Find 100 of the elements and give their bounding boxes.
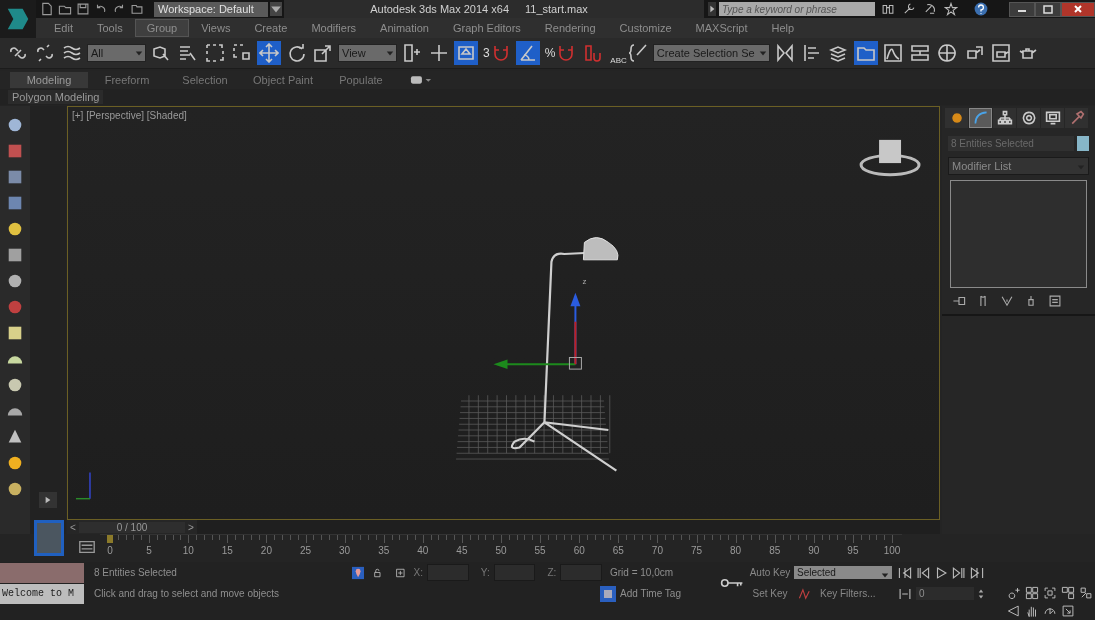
toolbar-icon[interactable] [881, 2, 895, 16]
ribbon-tab[interactable]: Object Paint [244, 72, 322, 88]
menu-item[interactable]: Help [759, 19, 807, 37]
toolbar-button[interactable] [515, 41, 540, 65]
viewport-navigation-icon[interactable] [1061, 604, 1075, 618]
menu-item[interactable]: Animation [368, 19, 441, 37]
viewport-label[interactable]: [+] [Perspective] [Shaded] [72, 110, 187, 121]
time-slider-track[interactable]: < 0 / 100 > [67, 520, 940, 534]
app-logo-icon[interactable] [0, 0, 36, 38]
search-field[interactable]: Type a keyword or phrase [719, 2, 875, 16]
ribbon-tab[interactable]: Populate [322, 72, 400, 88]
add-time-tag-button[interactable]: Add Time Tag [620, 588, 710, 599]
curve-icon[interactable] [798, 586, 812, 601]
sun-icon[interactable] [6, 454, 24, 472]
quick-access-icon[interactable] [76, 2, 90, 16]
command-panel-tab[interactable] [993, 108, 1016, 128]
auto-key-button[interactable]: Auto Key [746, 567, 794, 578]
disc-icon[interactable] [6, 376, 24, 394]
ribbon-tab[interactable]: Freeform [88, 72, 166, 88]
viewport-navigation-icon[interactable] [1043, 586, 1057, 600]
mini-curve-editor-icon[interactable] [78, 538, 96, 556]
previous-frame-button[interactable]: < [67, 521, 79, 533]
toolbar-icon[interactable] [902, 2, 916, 16]
frame-number: 55 [534, 545, 546, 556]
menu-item[interactable]: Graph Editors [440, 19, 533, 37]
expand-button[interactable] [39, 492, 57, 508]
time-tag-icon[interactable] [600, 585, 616, 602]
menu-item[interactable]: Rendering [532, 19, 608, 37]
playback-control-icon[interactable] [898, 565, 912, 580]
viewport-navigation-icon[interactable] [1007, 604, 1021, 618]
ribbon-tab[interactable]: Modeling [10, 72, 88, 88]
workspace-dropdown[interactable]: Workspace: Default [154, 1, 268, 17]
time-slider-thumb[interactable]: < 0 / 100 > [67, 520, 197, 534]
viewport-navigation-icon[interactable] [1025, 586, 1039, 600]
command-panel-tab[interactable] [1065, 108, 1088, 128]
modifier-stack-list[interactable] [950, 180, 1087, 288]
quick-access-icon[interactable] [40, 2, 54, 16]
minimize-button[interactable] [1009, 1, 1035, 17]
menu-item[interactable]: MAXScript [683, 19, 760, 37]
panel-icon[interactable] [6, 194, 24, 212]
key-mode-dropdown[interactable]: Selected [794, 566, 892, 579]
layers-icon [828, 43, 849, 63]
maxscript-output[interactable]: Welcome to M [0, 583, 84, 604]
ribbon-panel-tab[interactable]: Polygon Modeling [8, 90, 104, 104]
close-button[interactable] [1061, 1, 1095, 17]
set-key-button[interactable]: Set Key [746, 588, 794, 599]
playback-control-icon[interactable] [916, 565, 930, 580]
toolbar-button[interactable]: ABC [608, 41, 650, 65]
rotate-icon [286, 43, 306, 63]
command-panel-tab[interactable] [1017, 108, 1040, 128]
maxscript-listener-field[interactable] [0, 562, 84, 583]
viewport-navigation-icon[interactable] [1007, 586, 1021, 600]
key-mode-toggle-icon[interactable] [898, 586, 912, 601]
toolbar-dropdown[interactable]: View [338, 44, 397, 62]
toolbar-button[interactable]: 3 [481, 41, 513, 65]
current-frame-field[interactable]: 0 [916, 587, 974, 600]
menu-item[interactable]: Create [242, 19, 300, 37]
menu-item[interactable]: Group [134, 19, 190, 37]
menu-item[interactable]: Views [189, 19, 243, 37]
stack-tool-icon[interactable] [952, 294, 966, 308]
playback-control-icon[interactable] [970, 565, 984, 580]
toolbar-dropdown[interactable]: All [87, 44, 146, 62]
menu-item[interactable]: Customize [607, 19, 684, 37]
view-cube-drawing[interactable] [859, 139, 921, 177]
quick-access-icon[interactable] [130, 2, 144, 16]
toolbar-button[interactable]: % [542, 41, 579, 65]
next-frame-button[interactable]: > [185, 521, 197, 533]
playback-control-icon[interactable] [934, 565, 948, 580]
toolbar-dropdown[interactable]: Create Selection Se [652, 44, 770, 62]
toolbar-button[interactable] [853, 41, 878, 65]
toolbar-icon[interactable] [923, 2, 937, 16]
key-icon[interactable] [720, 577, 744, 589]
stack-tool-icon[interactable] [1048, 294, 1062, 308]
command-panel-tab[interactable] [945, 108, 968, 128]
panel-icon[interactable] [6, 168, 24, 186]
viewport-navigation-icon[interactable] [1025, 604, 1039, 618]
viewport-navigation-icon[interactable] [1061, 586, 1075, 600]
current-frame-marker[interactable] [107, 535, 113, 543]
ribbon-tab[interactable]: Selection [166, 72, 244, 88]
ribbon-options-icon[interactable] [410, 75, 432, 85]
stack-tool-icon[interactable] [1000, 294, 1014, 308]
help-icon[interactable] [973, 1, 989, 17]
light-bulb-icon[interactable] [6, 220, 24, 238]
maximize-button[interactable] [1035, 1, 1061, 17]
menu-item[interactable]: Modifiers [299, 19, 369, 37]
toolbar-icon[interactable] [944, 2, 958, 16]
menu-item[interactable]: Edit [42, 19, 85, 37]
expand-arrow-icon[interactable] [708, 2, 716, 16]
modifier-list-dropdown[interactable]: Modifier List [948, 157, 1089, 175]
color-swatch[interactable] [1077, 136, 1089, 151]
viewport-navigation-icon[interactable] [1079, 586, 1093, 600]
key-filters-button[interactable]: Key Filters... [816, 588, 876, 599]
render-window-icon[interactable] [6, 142, 24, 160]
isolate-toggle-icon[interactable] [352, 564, 365, 581]
toolbar-button[interactable] [203, 41, 227, 65]
plane-icon[interactable] [6, 324, 24, 342]
menu-item[interactable]: Tools [84, 19, 135, 37]
disc-icon[interactable] [6, 480, 24, 498]
playback-control-icon[interactable] [952, 565, 966, 580]
command-panel-tab[interactable] [1041, 108, 1064, 128]
